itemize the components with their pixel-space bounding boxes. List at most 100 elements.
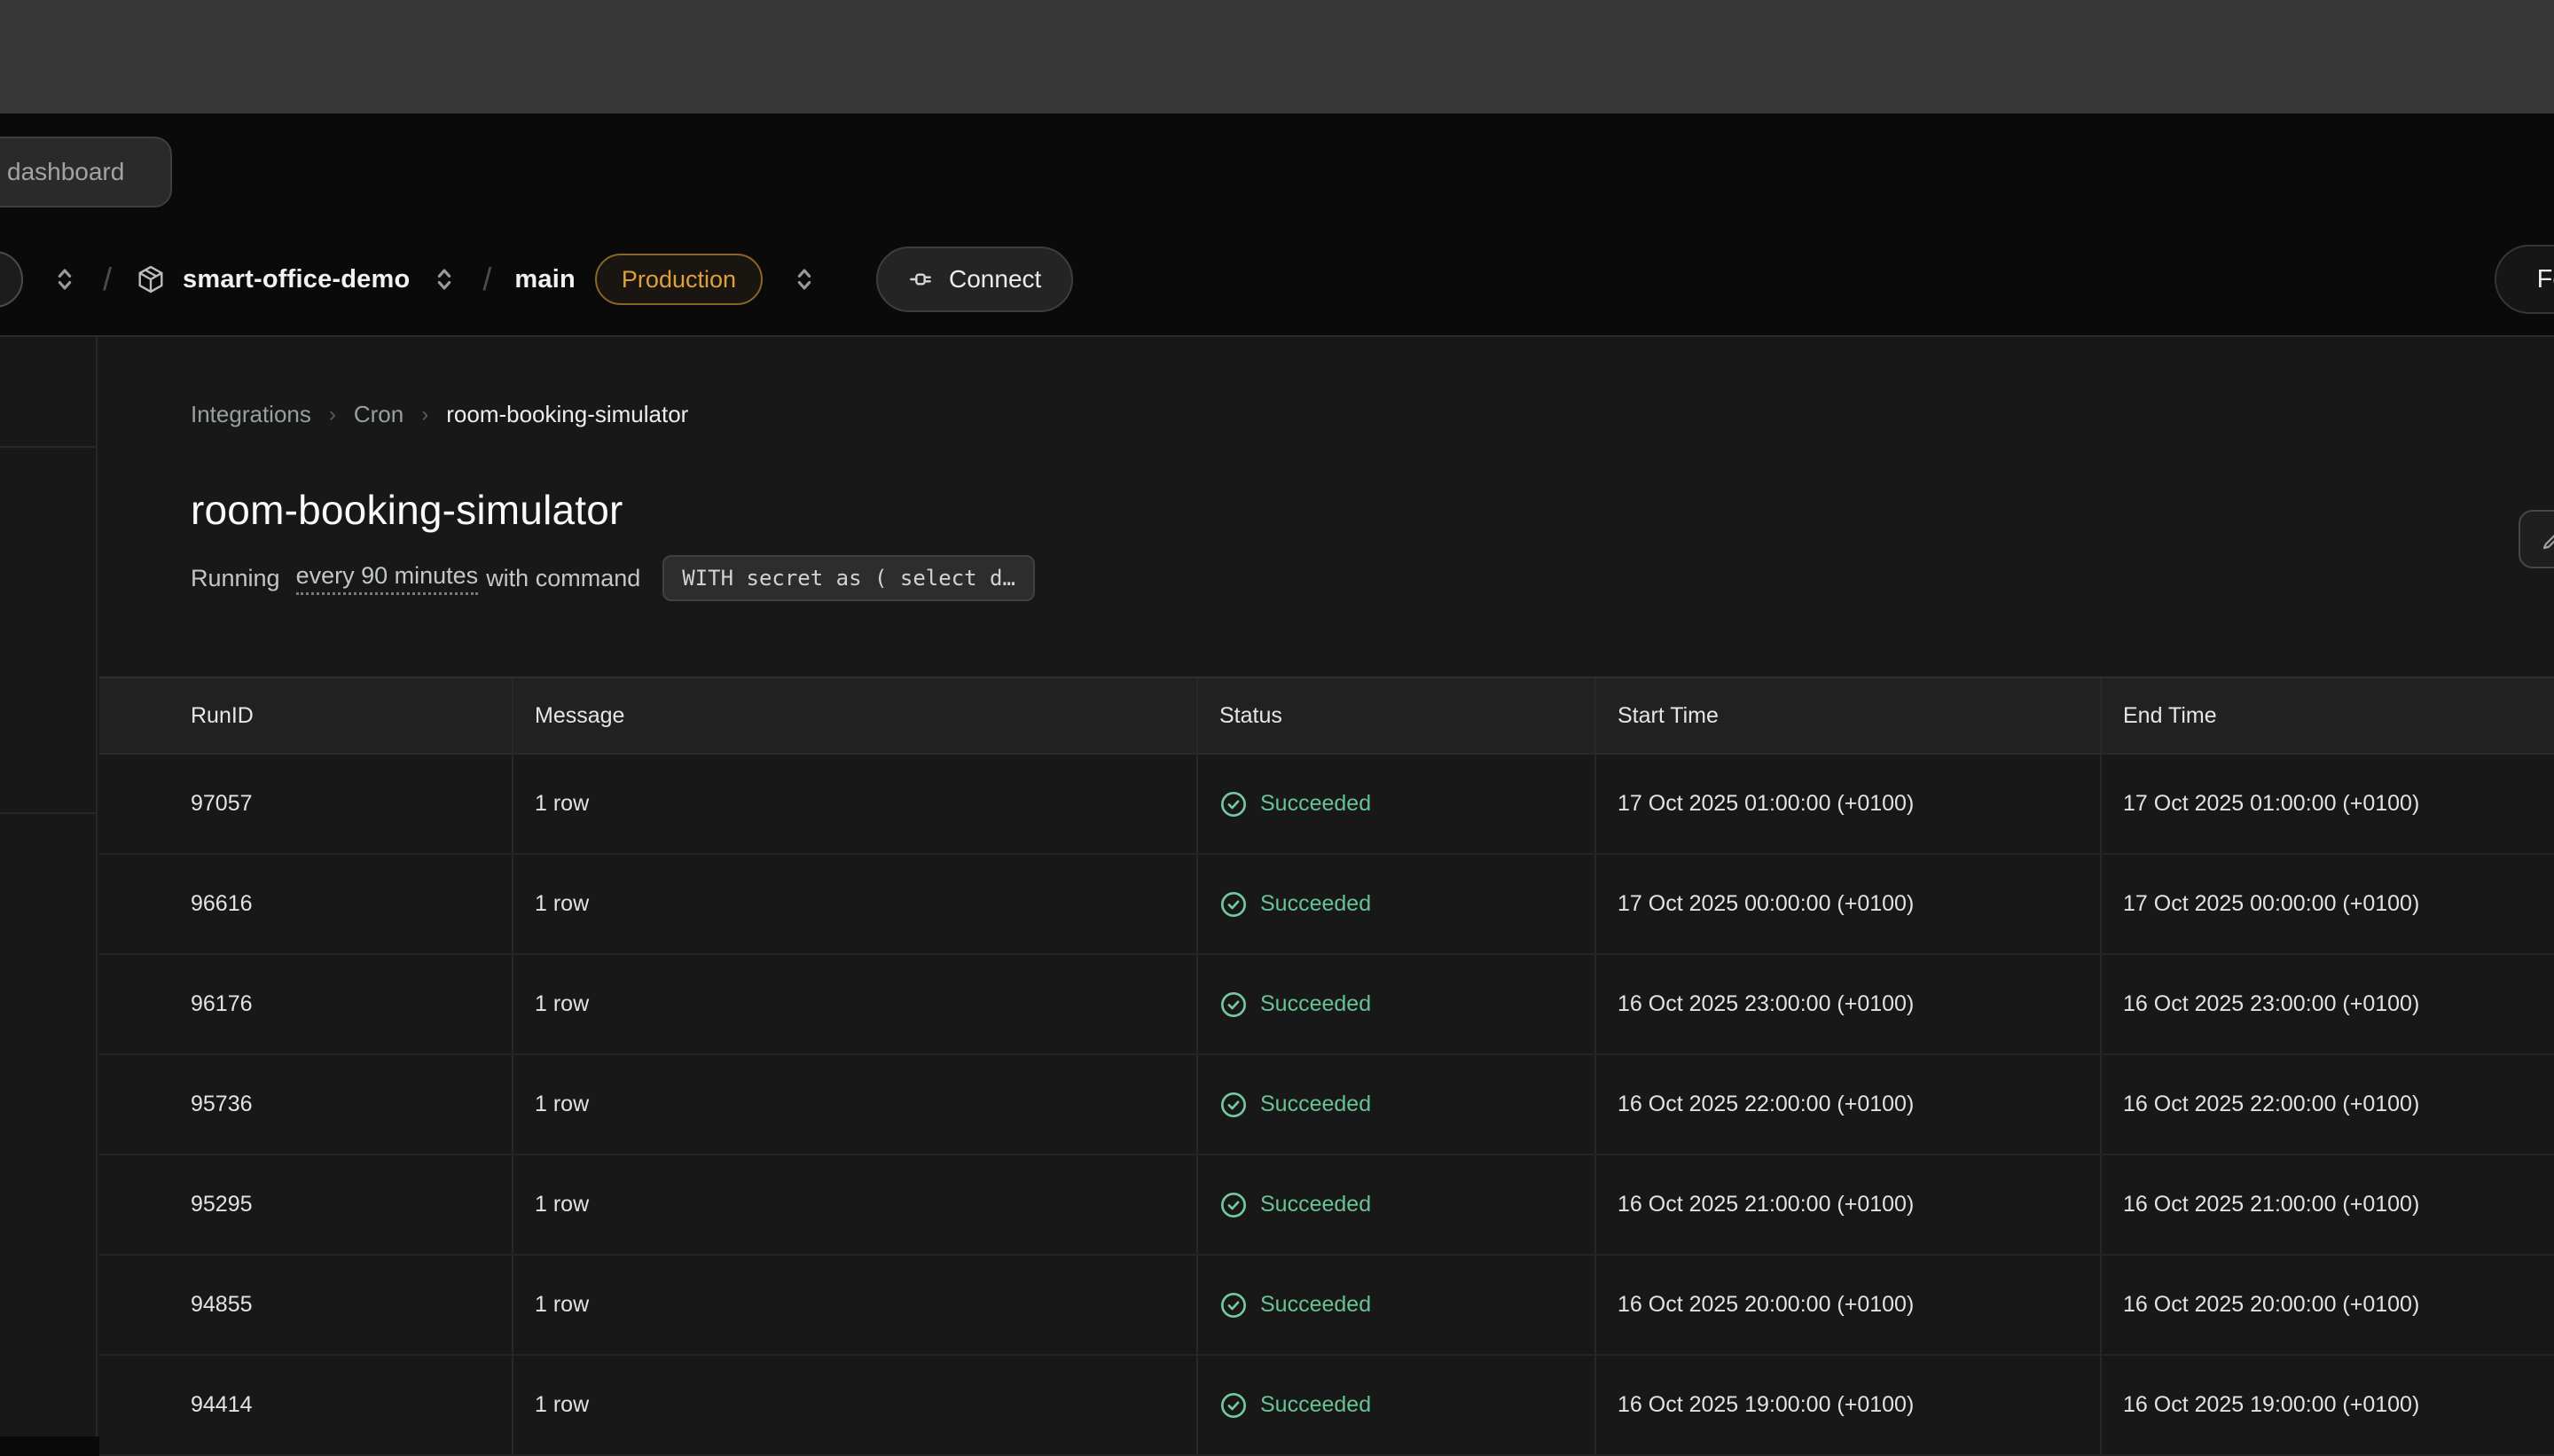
status-cell: Succeeded — [1198, 1055, 1596, 1154]
sidebar-divider — [0, 812, 98, 814]
breadcrumb-cron[interactable]: Cron — [354, 401, 403, 428]
main-panel: Integrations › Cron › room-booking-simul… — [99, 337, 2554, 1436]
start-time-cell: 16 Oct 2025 23:00:00 (+0100) — [1596, 955, 2102, 1053]
end-time-cell: 16 Oct 2025 22:00:00 (+0100) — [2102, 1055, 2554, 1154]
check-circle-icon — [1219, 1091, 1248, 1119]
end-time-cell: 17 Oct 2025 00:00:00 (+0100) — [2102, 855, 2554, 953]
column-header-start-time[interactable]: Start Time — [1596, 678, 2102, 753]
browser-tab-label: dashboard — [7, 158, 124, 186]
status-cell: Succeeded — [1198, 1155, 1596, 1254]
table-body: 97057 1 row Succeeded 17 Oct 2025 01:00:… — [99, 755, 2554, 1456]
end-time-cell: 16 Oct 2025 20:00:00 (+0100) — [2102, 1256, 2554, 1354]
breadcrumb-current: room-booking-simulator — [446, 401, 688, 428]
run-id-cell: 97057 — [99, 755, 513, 853]
column-header-end-time[interactable]: End Time — [2102, 678, 2554, 753]
page-title: room-booking-simulator — [191, 486, 623, 534]
subtitle-prefix: Running — [191, 565, 280, 592]
nav-slash-separator: / — [103, 261, 112, 298]
status-badge: Succeeded — [1260, 791, 1371, 817]
run-id-cell: 96616 — [99, 855, 513, 953]
check-circle-icon — [1219, 990, 1248, 1019]
check-circle-icon — [1219, 890, 1248, 919]
end-time-cell: 17 Oct 2025 01:00:00 (+0100) — [2102, 755, 2554, 853]
window-titlebar — [0, 0, 2554, 114]
run-id-cell: 95295 — [99, 1155, 513, 1254]
table-row[interactable]: 94855 1 row Succeeded 16 Oct 2025 20:00:… — [99, 1256, 2554, 1356]
connect-label: Connect — [949, 265, 1041, 294]
nav-slash-separator: / — [482, 261, 491, 298]
status-badge: Succeeded — [1260, 991, 1371, 1017]
status-cell: Succeeded — [1198, 1256, 1596, 1354]
subtitle-suffix: with command — [486, 565, 640, 592]
plug-icon — [908, 265, 936, 294]
message-cell: 1 row — [513, 955, 1198, 1053]
database-selector-icon[interactable] — [429, 264, 459, 294]
status-badge: Succeeded — [1260, 891, 1371, 917]
sidebar-rail — [0, 337, 98, 1436]
message-cell: 1 row — [513, 755, 1198, 853]
status-badge: Succeeded — [1260, 1192, 1371, 1217]
message-cell: 1 row — [513, 1055, 1198, 1154]
breadcrumb-integrations[interactable]: Integrations — [191, 401, 311, 428]
start-time-cell: 17 Oct 2025 00:00:00 (+0100) — [1596, 855, 2102, 953]
column-header-status[interactable]: Status — [1198, 678, 1596, 753]
status-cell: Succeeded — [1198, 755, 1596, 853]
run-id-cell: 96176 — [99, 955, 513, 1053]
feedback-label: Feedback — [2537, 265, 2554, 294]
workspace-avatar[interactable] — [0, 251, 23, 308]
end-time-cell: 16 Oct 2025 19:00:00 (+0100) — [2102, 1356, 2554, 1454]
feedback-button[interactable]: Feedback — [2495, 245, 2554, 314]
status-badge: Succeeded — [1260, 1392, 1371, 1418]
check-circle-icon — [1219, 1291, 1248, 1319]
message-cell: 1 row — [513, 1256, 1198, 1354]
message-cell: 1 row — [513, 855, 1198, 953]
check-circle-icon — [1219, 1391, 1248, 1420]
table-header-row: RunID Message Status Start Time End Time — [99, 677, 2554, 755]
branch-selector-icon[interactable] — [789, 264, 819, 294]
schedule-text[interactable]: every 90 minutes — [296, 562, 479, 595]
status-badge: Succeeded — [1260, 1292, 1371, 1318]
status-cell: Succeeded — [1198, 1356, 1596, 1454]
status-cell: Succeeded — [1198, 955, 1596, 1053]
page-subtitle: Running every 90 minutes with command WI… — [191, 555, 1035, 601]
check-circle-icon — [1219, 790, 1248, 818]
connect-button[interactable]: Connect — [876, 247, 1073, 312]
table-row[interactable]: 94414 1 row Succeeded 16 Oct 2025 19:00:… — [99, 1356, 2554, 1456]
browser-tab-dashboard[interactable]: dashboard — [0, 137, 172, 207]
end-time-cell: 16 Oct 2025 21:00:00 (+0100) — [2102, 1155, 2554, 1254]
end-time-cell: 16 Oct 2025 23:00:00 (+0100) — [2102, 955, 2554, 1053]
breadcrumb-chevron-icon: › — [421, 403, 428, 427]
runs-table: RunID Message Status Start Time End Time… — [99, 677, 2554, 1456]
message-cell: 1 row — [513, 1155, 1198, 1254]
edit-cron-button[interactable] — [2519, 510, 2554, 568]
table-row[interactable]: 97057 1 row Succeeded 17 Oct 2025 01:00:… — [99, 755, 2554, 855]
sidebar-divider — [0, 446, 98, 448]
table-row[interactable]: 95295 1 row Succeeded 16 Oct 2025 21:00:… — [99, 1155, 2554, 1256]
breadcrumb: Integrations › Cron › room-booking-simul… — [191, 401, 688, 428]
database-name[interactable]: smart-office-demo — [183, 265, 410, 294]
start-time-cell: 17 Oct 2025 01:00:00 (+0100) — [1596, 755, 2102, 853]
workspace-selector-icon[interactable] — [50, 264, 80, 294]
command-snippet[interactable]: WITH secret as ( select d… — [662, 555, 1035, 601]
column-header-message[interactable]: Message — [513, 678, 1198, 753]
breadcrumb-chevron-icon: › — [329, 403, 336, 427]
status-badge: Succeeded — [1260, 1092, 1371, 1117]
start-time-cell: 16 Oct 2025 21:00:00 (+0100) — [1596, 1155, 2102, 1254]
run-id-cell: 94855 — [99, 1256, 513, 1354]
branch-name[interactable]: main — [514, 265, 576, 294]
table-row[interactable]: 96176 1 row Succeeded 16 Oct 2025 23:00:… — [99, 955, 2554, 1055]
database-cube-icon — [135, 263, 167, 295]
start-time-cell: 16 Oct 2025 19:00:00 (+0100) — [1596, 1356, 2102, 1454]
pencil-icon — [2540, 526, 2554, 552]
top-navbar: / smart-office-demo / main Production Co… — [0, 223, 2554, 335]
table-row[interactable]: 95736 1 row Succeeded 16 Oct 2025 22:00:… — [99, 1055, 2554, 1155]
column-header-runid[interactable]: RunID — [99, 678, 513, 753]
table-row[interactable]: 96616 1 row Succeeded 17 Oct 2025 00:00:… — [99, 855, 2554, 955]
status-cell: Succeeded — [1198, 855, 1596, 953]
message-cell: 1 row — [513, 1356, 1198, 1454]
production-badge: Production — [595, 254, 763, 305]
content-area: Integrations › Cron › room-booking-simul… — [0, 335, 2554, 1436]
run-id-cell: 95736 — [99, 1055, 513, 1154]
check-circle-icon — [1219, 1191, 1248, 1219]
start-time-cell: 16 Oct 2025 22:00:00 (+0100) — [1596, 1055, 2102, 1154]
